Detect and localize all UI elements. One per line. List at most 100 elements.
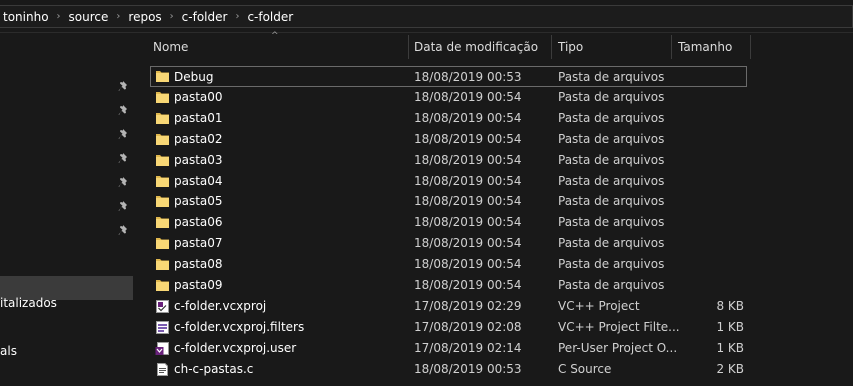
folder-row[interactable]: pasta04 18/08/2019 00:54 Pasta de arquivos [133, 171, 853, 192]
file-name: pasta00 [174, 90, 223, 104]
folder-icon [155, 69, 170, 84]
file-size: 2 KB [716, 362, 744, 376]
column-header-size[interactable]: Tamanho [678, 33, 732, 60]
file-type: Pasta de arquivos [558, 236, 665, 250]
pin-icon[interactable] [118, 81, 129, 93]
user-file-icon [155, 341, 170, 356]
file-row[interactable]: c-folder.vcxproj 17/08/2019 02:29 VC++ Pro… [133, 296, 853, 317]
file-modified: 18/08/2019 00:53 [414, 70, 522, 84]
column-divider[interactable] [551, 35, 552, 59]
breadcrumb-item[interactable]: toninho [3, 10, 49, 24]
column-header-modified[interactable]: Data de modificação [414, 33, 538, 60]
folder-icon [155, 174, 170, 189]
folder-icon [155, 236, 170, 251]
file-type: Pasta de arquivos [558, 111, 665, 125]
breadcrumb-chevron-icon[interactable]: › [235, 11, 239, 22]
file-name: Debug [174, 70, 214, 84]
file-size [693, 87, 744, 108]
file-size [693, 191, 744, 212]
folder-icon [155, 194, 170, 209]
file-modified: 17/08/2019 02:08 [414, 320, 522, 334]
file-modified: 18/08/2019 00:54 [414, 278, 522, 292]
breadcrumb-item[interactable]: c-folder [247, 10, 293, 24]
nav-item-label[interactable]: als [0, 344, 17, 358]
breadcrumb-item[interactable]: repos [128, 10, 161, 24]
folder-row[interactable]: pasta01 18/08/2019 00:54 Pasta de arquivos [133, 108, 853, 129]
file-type: Pasta de arquivos [558, 90, 665, 104]
column-divider[interactable] [750, 35, 751, 59]
file-size [693, 150, 744, 171]
file-name: pasta09 [174, 278, 223, 292]
file-size [693, 171, 744, 192]
file-size [693, 212, 744, 233]
c-source-file-icon [155, 362, 170, 377]
file-name: pasta07 [174, 236, 223, 250]
folder-row[interactable]: pasta08 18/08/2019 00:54 Pasta de arquivos [133, 254, 853, 275]
file-type: C Source [558, 362, 612, 376]
file-type: Per-User Project O... [558, 341, 678, 355]
file-type: Pasta de arquivos [558, 174, 665, 188]
pin-icon[interactable] [118, 105, 129, 117]
breadcrumb-chevron-icon[interactable]: › [116, 11, 120, 22]
file-type: VC++ Project [558, 299, 640, 313]
folder-row[interactable]: Debug 18/08/2019 00:53 Pasta de arquivos [150, 66, 747, 87]
file-size [693, 233, 744, 254]
file-name: pasta03 [174, 153, 223, 167]
pin-icon[interactable] [118, 225, 129, 237]
nav-item-label[interactable]: italizados [0, 296, 57, 310]
file-modified: 18/08/2019 00:54 [414, 132, 522, 146]
file-size [711, 67, 762, 88]
file-row[interactable]: c-folder.vcxproj.filters 17/08/2019 02:08… [133, 317, 853, 338]
folder-row[interactable]: pasta09 18/08/2019 00:54 Pasta de arquivos [133, 275, 853, 296]
pin-icon[interactable] [118, 129, 129, 141]
folder-icon [155, 278, 170, 293]
file-modified: 18/08/2019 00:54 [414, 111, 522, 125]
file-row[interactable]: ch-c-pastas.c 18/08/2019 00:53 C Source 2 K… [133, 359, 853, 380]
column-header-row: Nome ^ Data de modificação Tipo Tamanho [133, 31, 853, 60]
file-size: 1 KB [716, 320, 744, 334]
column-header-name[interactable]: Nome [153, 33, 188, 60]
folder-icon [155, 215, 170, 230]
file-modified: 17/08/2019 02:29 [414, 299, 522, 313]
file-type: Pasta de arquivos [558, 278, 665, 292]
pin-icon[interactable] [118, 153, 129, 165]
file-type: Pasta de arquivos [558, 194, 665, 208]
address-bar[interactable]: toninho › source › repos › c-folder › c-folder [0, 0, 853, 33]
column-divider[interactable] [671, 35, 672, 59]
breadcrumb[interactable]: toninho › source › repos › c-folder › c-folder [0, 5, 853, 28]
file-modified: 18/08/2019 00:54 [414, 194, 522, 208]
folder-row[interactable]: pasta03 18/08/2019 00:54 Pasta de arquivos [133, 150, 853, 171]
folder-row[interactable]: pasta05 18/08/2019 00:54 Pasta de arquivos [133, 191, 853, 212]
column-divider[interactable] [408, 35, 409, 59]
file-name: pasta02 [174, 132, 223, 146]
folder-row[interactable]: pasta02 18/08/2019 00:54 Pasta de arquivos [133, 129, 853, 150]
file-modified: 18/08/2019 00:53 [414, 362, 522, 376]
pin-icon[interactable] [118, 177, 129, 189]
breadcrumb-chevron-icon[interactable]: › [170, 11, 174, 22]
breadcrumb-item[interactable]: c-folder [182, 10, 228, 24]
file-row[interactable]: c-folder.vcxproj.user 17/08/2019 02:14 Per… [133, 338, 853, 359]
breadcrumb-item[interactable]: source [69, 10, 109, 24]
breadcrumb-chevron-icon[interactable]: › [57, 11, 61, 22]
folder-row[interactable]: pasta00 18/08/2019 00:54 Pasta de arquivos [133, 87, 853, 108]
file-type: Pasta de arquivos [558, 153, 665, 167]
file-modified: 18/08/2019 00:54 [414, 257, 522, 271]
file-name: pasta06 [174, 215, 223, 229]
folder-icon [155, 90, 170, 105]
folder-row[interactable]: pasta06 18/08/2019 00:54 Pasta de arquivos [133, 212, 853, 233]
file-name: c-folder.vcxproj.user [174, 341, 297, 355]
column-header-type[interactable]: Tipo [558, 33, 583, 60]
folder-row[interactable]: pasta07 18/08/2019 00:54 Pasta de arquivos [133, 233, 853, 254]
file-size [693, 129, 744, 150]
pin-icon[interactable] [118, 201, 129, 213]
file-name: ch-c-pastas.c [174, 362, 254, 376]
file-type: Pasta de arquivos [558, 257, 665, 271]
file-size: 1 KB [716, 341, 744, 355]
file-name: c-folder.vcxproj [174, 299, 267, 313]
navigation-pane: italizados als [0, 33, 133, 386]
file-type: Pasta de arquivos [558, 70, 665, 84]
folder-icon [155, 132, 170, 147]
file-name: pasta04 [174, 174, 223, 188]
file-modified: 18/08/2019 00:54 [414, 215, 522, 229]
file-type: Pasta de arquivos [558, 132, 665, 146]
